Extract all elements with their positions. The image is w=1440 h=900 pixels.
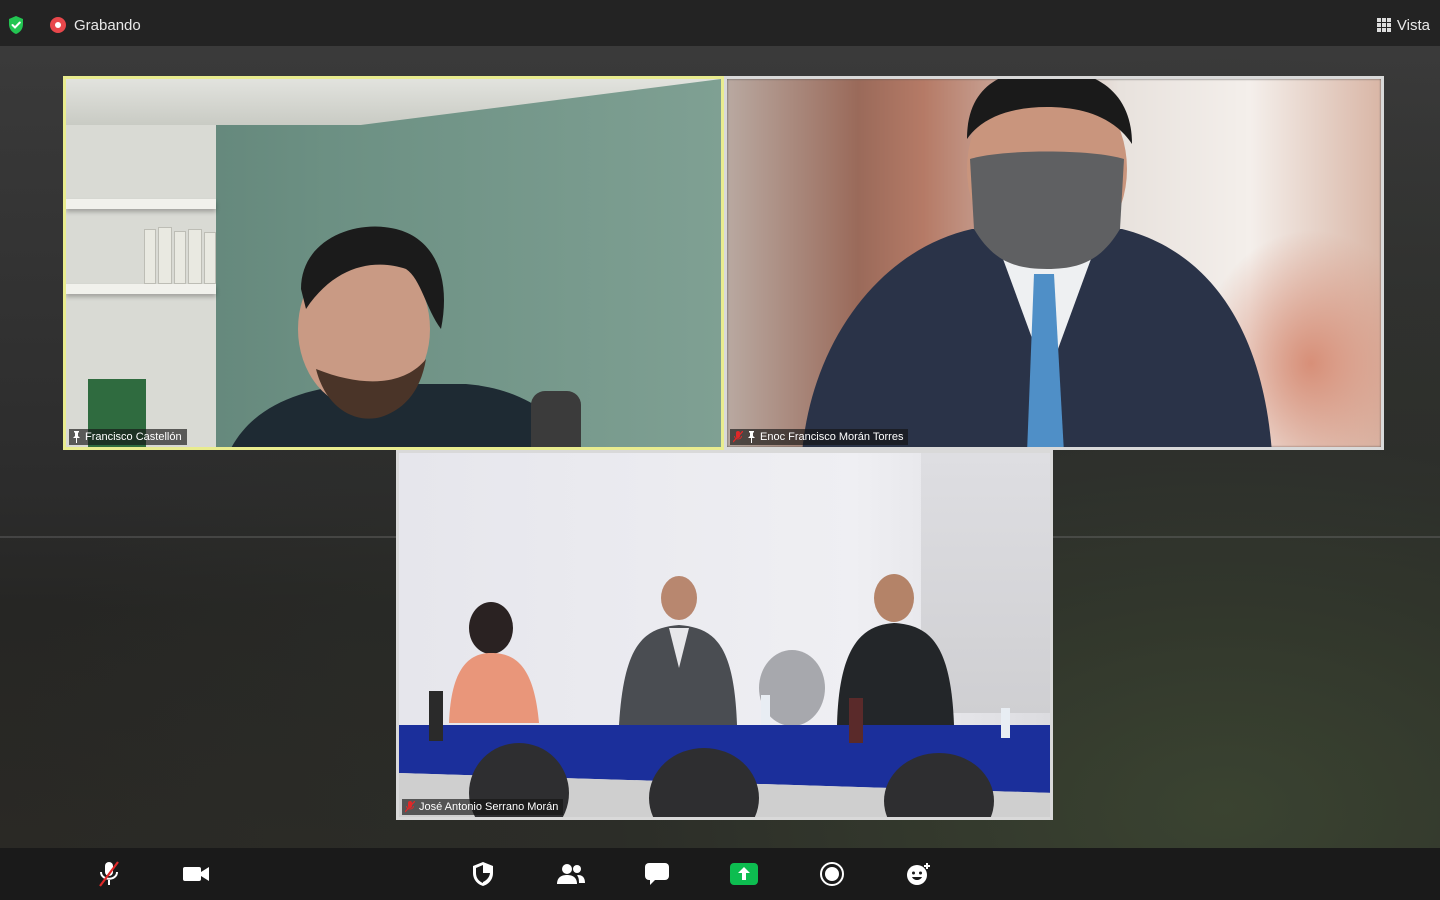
reactions-button[interactable] — [902, 858, 936, 890]
recording-indicator[interactable]: Grabando — [50, 14, 141, 36]
share-screen-icon — [730, 863, 758, 885]
record-icon — [820, 862, 844, 886]
mic-off-icon — [99, 861, 119, 887]
view-button[interactable]: Vista — [1376, 13, 1430, 37]
record-button[interactable] — [815, 858, 849, 890]
participants-icon — [557, 864, 585, 884]
participant-name: Enoc Francisco Morán Torres — [760, 431, 904, 443]
video-button[interactable] — [179, 858, 213, 890]
security-shield-icon — [473, 862, 493, 886]
participant-video-enoc — [802, 79, 1272, 447]
participant-video-jose-antonio — [399, 574, 1050, 817]
recording-label: Grabando — [74, 16, 141, 34]
pin-icon — [73, 431, 80, 443]
view-label: Vista — [1396, 16, 1430, 34]
video-tile-enoc[interactable]: Enoc Francisco Morán Torres — [724, 76, 1384, 450]
participant-name-tag: Enoc Francisco Morán Torres — [730, 429, 909, 445]
participant-name: José Antonio Serrano Morán — [419, 801, 559, 813]
chat-button[interactable] — [640, 858, 674, 890]
video-tile-jose-antonio[interactable]: José Antonio Serrano Morán — [396, 450, 1053, 820]
encryption-shield-icon[interactable] — [7, 15, 25, 35]
participants-button[interactable] — [554, 858, 588, 890]
participant-name-tag: Francisco Castellón — [69, 429, 187, 445]
mic-muted-icon — [405, 801, 415, 813]
share-screen-button[interactable] — [727, 858, 761, 890]
chat-icon — [645, 863, 669, 885]
meeting-toolbar — [0, 848, 1440, 900]
participant-name-tag: José Antonio Serrano Morán — [402, 799, 564, 815]
grid-view-icon — [1376, 18, 1391, 32]
participant-name: Francisco Castellón — [85, 431, 182, 443]
mic-muted-icon — [733, 431, 743, 443]
security-button[interactable] — [466, 858, 500, 890]
unmute-button[interactable] — [92, 858, 126, 890]
recording-dot-icon — [50, 17, 66, 33]
video-camera-icon — [183, 867, 209, 881]
meeting-top-bar: Grabando Vista — [0, 0, 1440, 46]
pin-icon — [748, 431, 755, 443]
video-tile-francisco[interactable]: Francisco Castellón — [63, 76, 724, 450]
reactions-icon — [907, 863, 930, 885]
